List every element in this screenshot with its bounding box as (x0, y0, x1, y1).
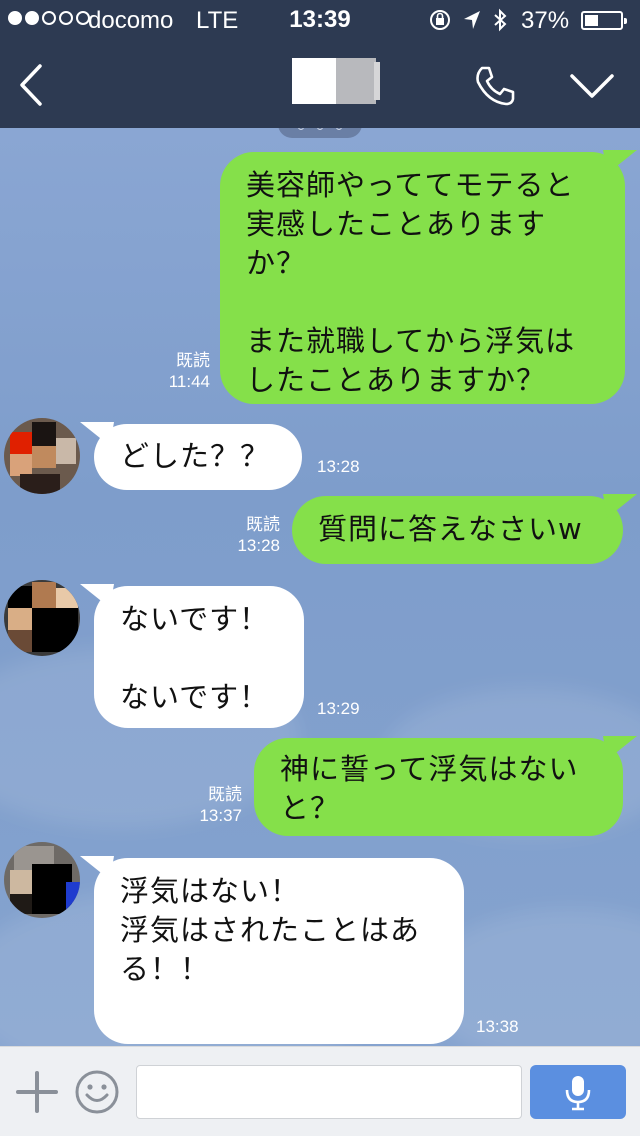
message-time: 13:37 (199, 806, 242, 825)
message-time: 13:38 (476, 1017, 519, 1036)
bluetooth-icon (494, 8, 507, 32)
message-time: 13:28 (237, 536, 280, 555)
chevron-down-icon[interactable] (566, 66, 618, 106)
incoming-message[interactable]: ないです！ ないです！ (94, 586, 304, 728)
read-receipt: 既読 (176, 351, 210, 370)
location-arrow-icon (464, 11, 480, 29)
avatar[interactable] (4, 842, 80, 918)
incoming-message[interactable]: どした？？ (94, 424, 302, 490)
message-time: 11:44 (168, 372, 210, 391)
chevron-left-icon[interactable] (14, 60, 54, 110)
bubble-tail (80, 422, 114, 446)
read-receipt: 既読 (208, 785, 242, 804)
outgoing-message[interactable]: 質問に答えなさいw (292, 496, 623, 564)
orientation-lock-icon (430, 10, 450, 30)
bubble-tail (80, 856, 114, 880)
message-time: 13:29 (317, 699, 360, 718)
message-time: 13:28 (317, 457, 360, 476)
battery-icon (581, 11, 627, 30)
bubble-tail (603, 494, 637, 518)
message-input[interactable] (136, 1065, 522, 1119)
plus-icon[interactable] (16, 1071, 58, 1113)
message-input-bar (0, 1046, 640, 1136)
bubble-tail (80, 584, 114, 608)
avatar[interactable] (4, 580, 80, 656)
outgoing-message[interactable]: 美容師やっててモテると 実感したことありますか？ また就職してから浮気は したこ… (220, 152, 625, 404)
phone-icon[interactable] (470, 62, 520, 110)
battery-percent: 37% (521, 7, 570, 34)
read-receipt: 既読 (246, 515, 280, 534)
contact-avatar[interactable] (292, 58, 382, 104)
incoming-message[interactable]: 浮気はない！ 浮気はされたことはあ る！！ (94, 858, 464, 1044)
emoji-icon[interactable] (74, 1069, 120, 1115)
bubble-tail (603, 150, 637, 174)
pull-tab[interactable] (278, 128, 362, 138)
chat-header (0, 40, 640, 128)
voice-input-button[interactable] (530, 1065, 626, 1119)
status-bar: docomo LTE 13:39 37% (0, 0, 640, 40)
avatar[interactable] (4, 418, 80, 494)
bubble-tail (603, 736, 637, 760)
chat-history[interactable]: 美容師やっててモテると 実感したことありますか？ また就職してから浮気は したこ… (0, 128, 640, 1046)
outgoing-message[interactable]: 神に誓って浮気はない と？ (254, 738, 623, 836)
microphone-icon (565, 1076, 591, 1111)
